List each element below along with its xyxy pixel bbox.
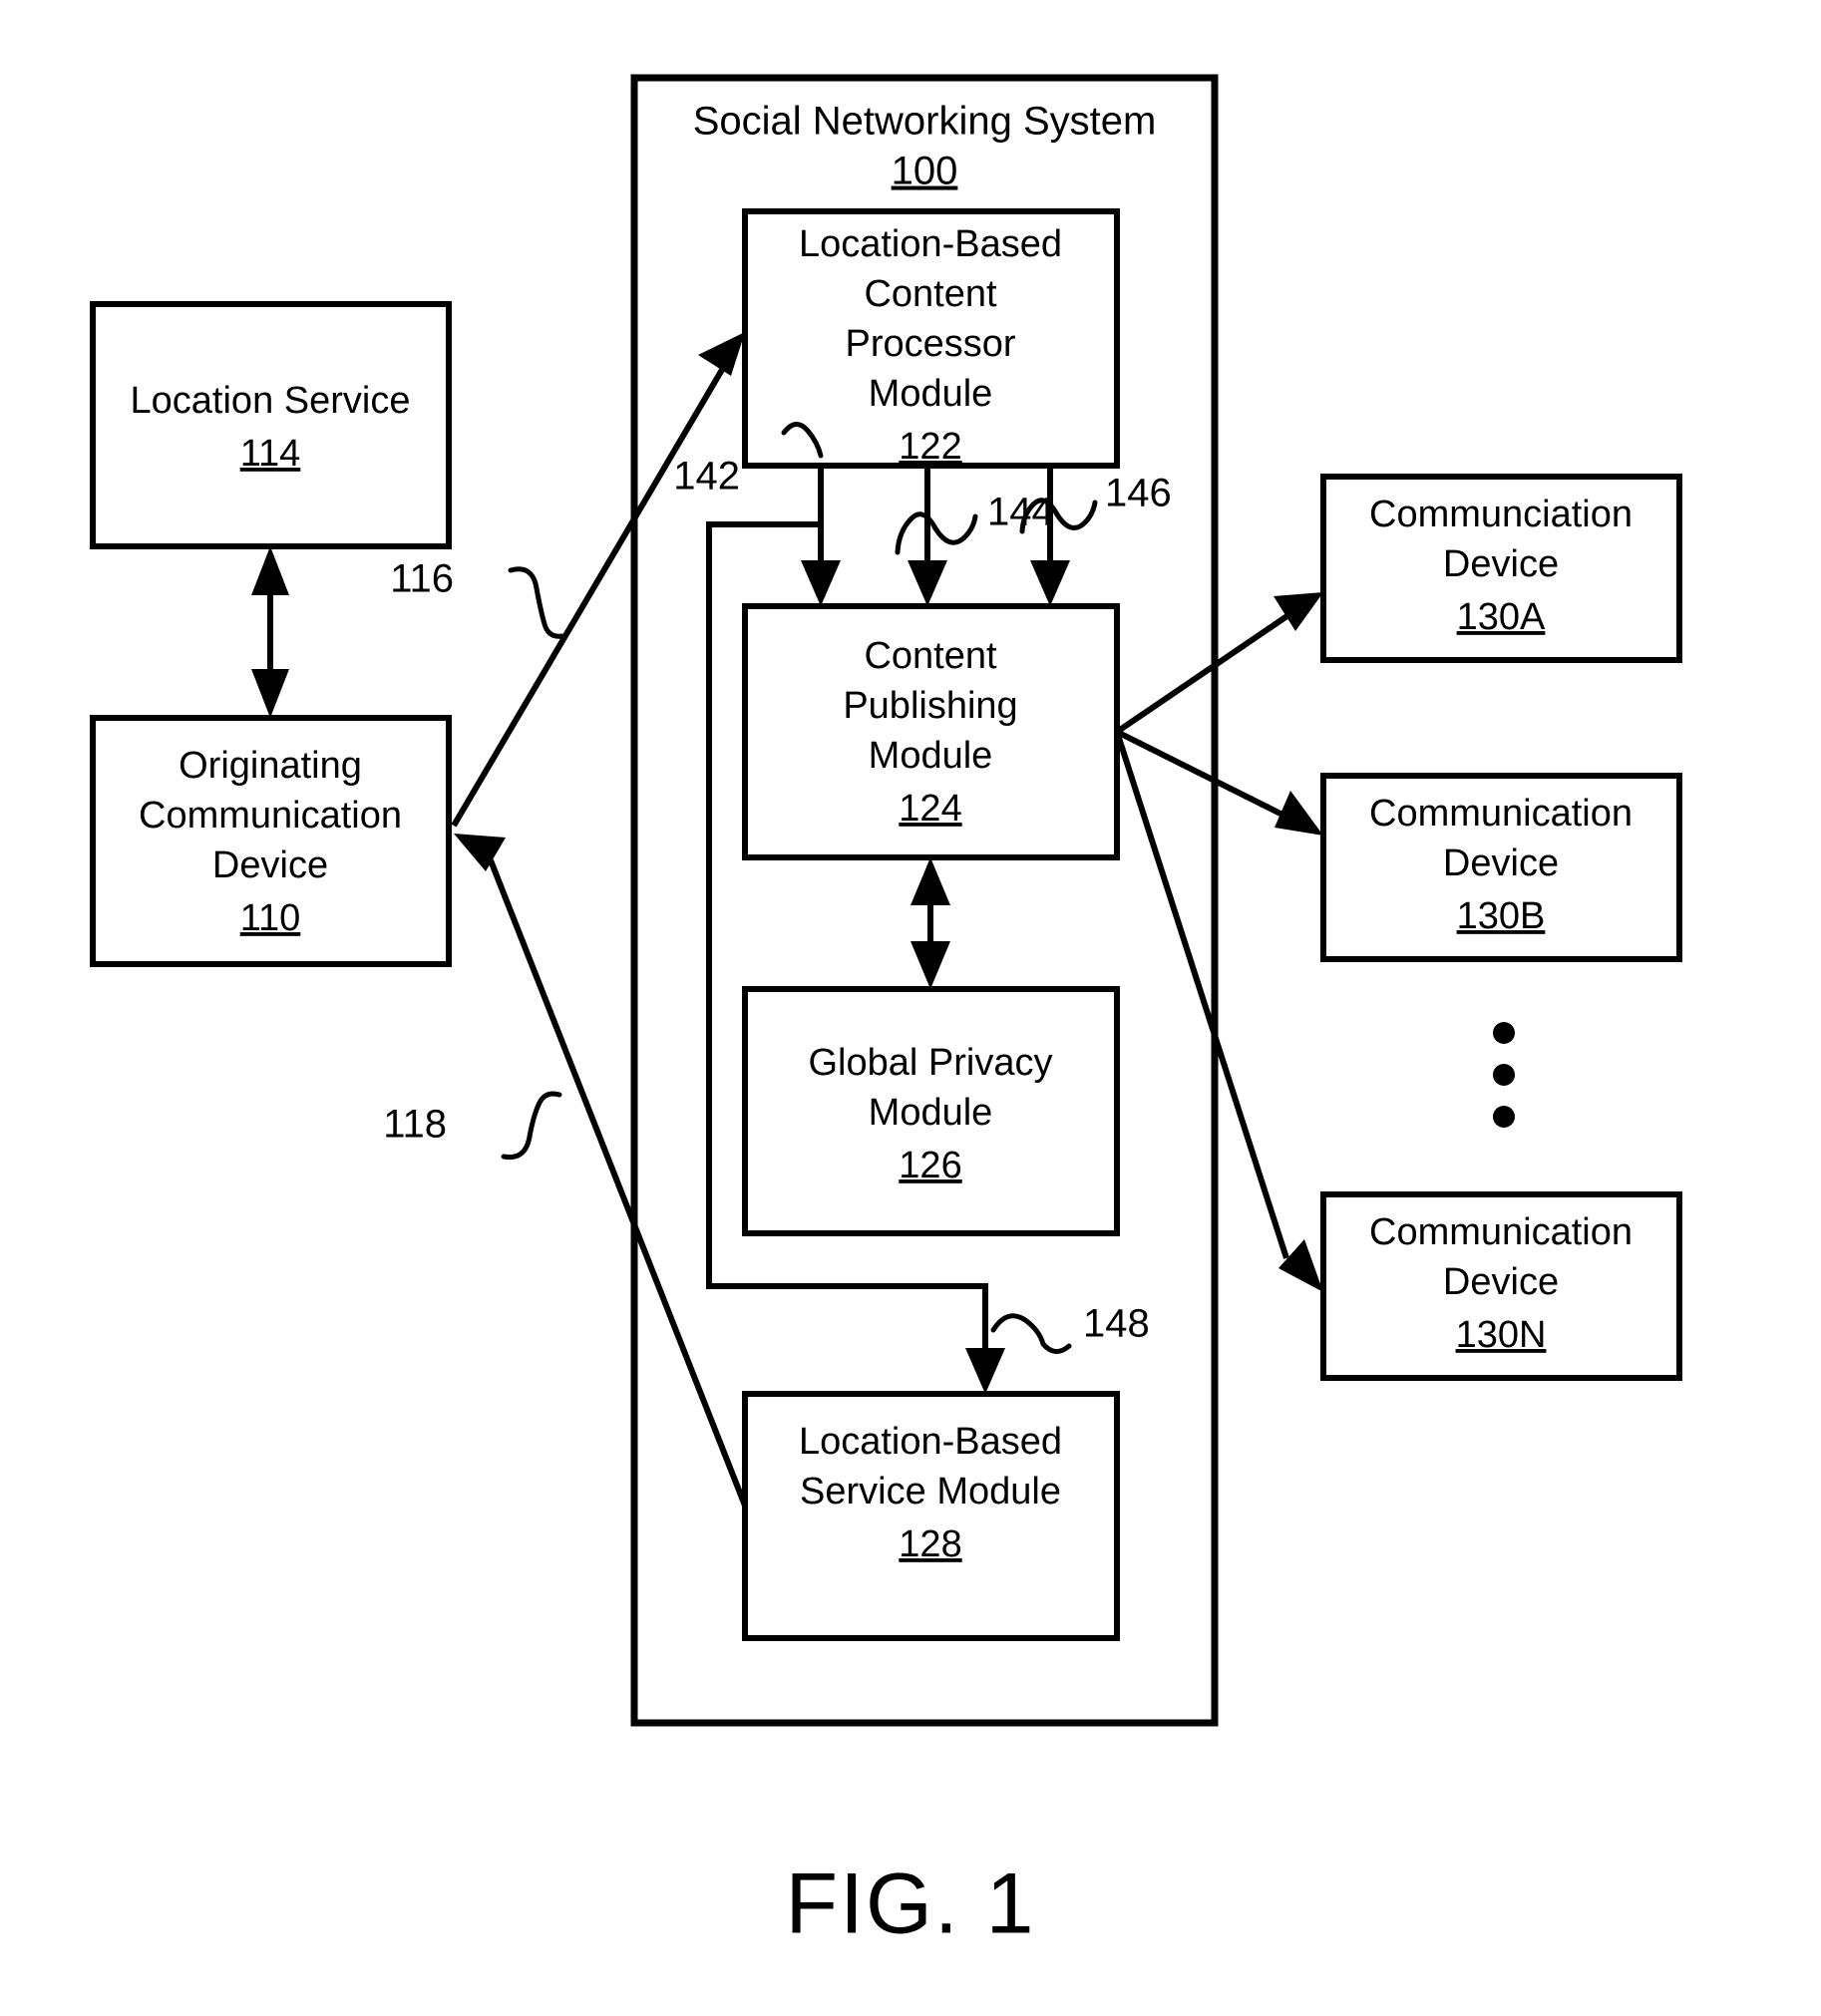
- lead-squiggle-118: [501, 1091, 562, 1161]
- social-networking-system-title: Social Networking System: [693, 100, 1157, 144]
- content-processor-label-line-2: Processor: [845, 323, 1015, 365]
- global-privacy-label-line-0: Global Privacy: [809, 1042, 1053, 1084]
- device-b-label-line-0: Communication: [1369, 793, 1633, 835]
- arrowhead-device-a: [1274, 592, 1323, 631]
- content-processor-label-line-1: Content: [864, 273, 997, 315]
- content-processor-label-line-3: Module: [869, 373, 993, 415]
- content-publishing-ref: 124: [899, 788, 961, 830]
- originating-device-ref: 110: [240, 897, 301, 939]
- location-service-ref: 114: [240, 433, 301, 475]
- flow-label-116: 116: [390, 557, 454, 601]
- content-processor-ref: 122: [899, 426, 961, 468]
- device-a-label-line-0: Communciation: [1369, 494, 1633, 535]
- originating-device-label-line-2: Device: [212, 844, 328, 886]
- flow-label-118: 118: [383, 1103, 447, 1147]
- device-a-label-line-1: Device: [1443, 543, 1559, 585]
- arrowhead-down-to-originating-device: [251, 669, 289, 718]
- device-b-label-line-1: Device: [1443, 842, 1559, 884]
- device-n-label-line-1: Device: [1443, 1261, 1559, 1303]
- figure-caption: FIG. 1: [786, 1856, 1036, 1952]
- location-service-box: [90, 301, 452, 549]
- content-publishing-label-line-1: Publishing: [843, 685, 1017, 727]
- originating-device-label-line-1: Communication: [139, 795, 402, 837]
- ellipsis-dot-1: [1493, 1022, 1515, 1044]
- flow-label-146: 146: [1105, 472, 1172, 515]
- device-n-label-line-0: Communication: [1369, 1211, 1633, 1253]
- ellipsis-dot-2: [1493, 1064, 1515, 1086]
- content-publishing-label-line-2: Module: [869, 735, 993, 777]
- location-service-module-ref: 128: [899, 1523, 961, 1565]
- social-networking-system-ref: 100: [892, 150, 958, 193]
- arrowhead-118: [454, 834, 506, 871]
- arrowhead-device-b: [1275, 791, 1323, 836]
- device-a-ref: 130A: [1457, 596, 1546, 638]
- device-n-ref: 130N: [1456, 1314, 1547, 1356]
- location-service-label-line-0: Location Service: [131, 380, 411, 422]
- location-service-module-label-line-0: Location-Based: [799, 1421, 1062, 1463]
- flow-label-142: 142: [673, 455, 740, 499]
- device-b-ref: 130B: [1457, 895, 1546, 937]
- content-processor-label-line-0: Location-Based: [799, 223, 1062, 265]
- global-privacy-label-line-1: Module: [869, 1092, 993, 1134]
- patent-figure: Social Networking System 100 Location Se…: [0, 0, 1821, 2016]
- lead-squiggle-116: [508, 566, 565, 639]
- global-privacy-ref: 126: [899, 1145, 961, 1186]
- originating-device-label-line-0: Originating: [179, 745, 362, 787]
- ellipsis-dot-3: [1493, 1106, 1515, 1128]
- arrowhead-up-to-location-service: [251, 546, 289, 595]
- content-publishing-label-line-0: Content: [864, 635, 997, 677]
- diagram-canvas: Social Networking System 100 Location Se…: [90, 74, 1682, 1952]
- location-service-module-label-line-1: Service Module: [800, 1471, 1061, 1512]
- flow-label-148: 148: [1083, 1302, 1150, 1346]
